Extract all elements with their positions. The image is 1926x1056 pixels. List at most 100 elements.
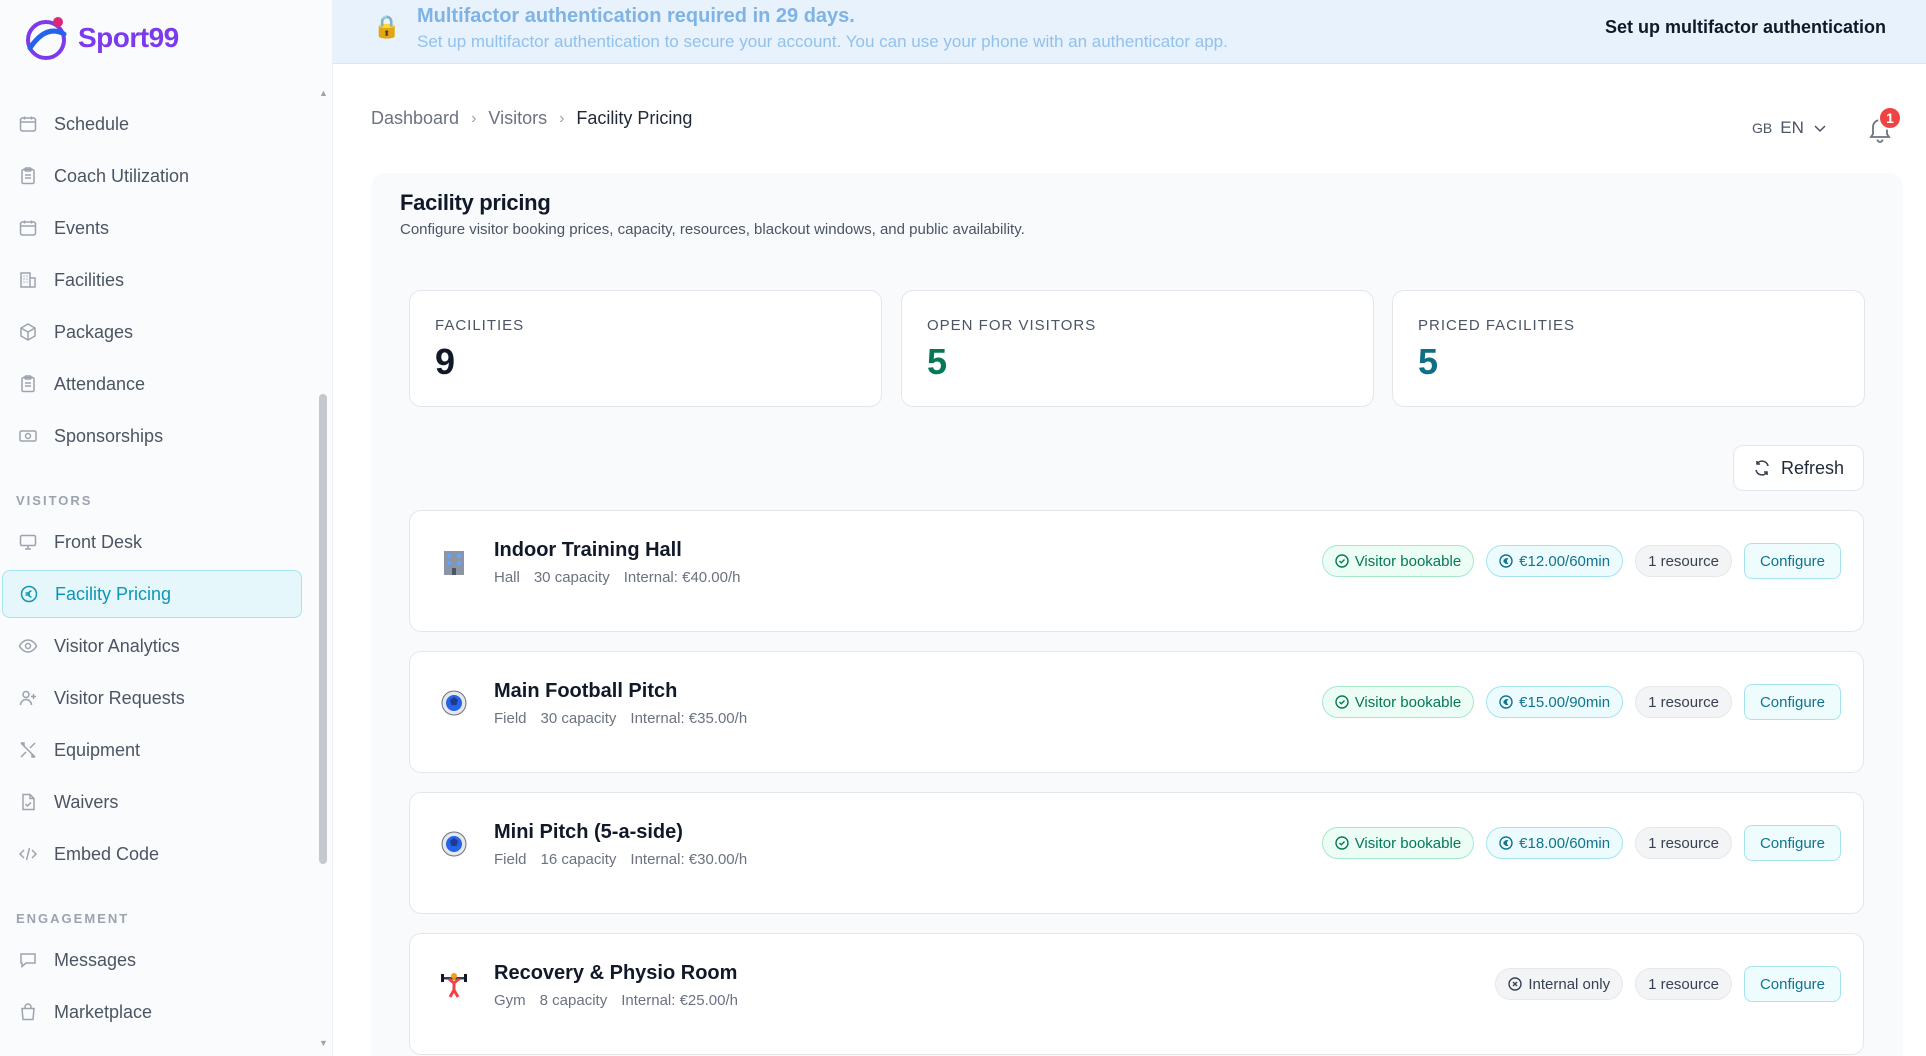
status-badge: Visitor bookable (1321, 686, 1475, 718)
file-check-icon (22, 793, 35, 811)
scrollbar-thumb[interactable] (319, 394, 327, 864)
facility-type: Hall (494, 569, 520, 586)
weightlifter-icon (441, 973, 467, 998)
sidebar-item-embed-code[interactable]: Embed Code (2, 830, 302, 878)
sidebar-item-packages[interactable]: Packages (2, 308, 302, 356)
sidebar-item-visitor-analytics[interactable]: Visitor Analytics (2, 622, 302, 670)
resource-badge: 1 resource (1635, 686, 1732, 718)
code-icon (18, 847, 38, 861)
sidebar-item-marketplace[interactable]: Marketplace (2, 988, 302, 1036)
building-icon (20, 272, 36, 288)
shopping-bag-icon (21, 1003, 35, 1021)
sidebar-item-label: Front Desk (54, 531, 143, 552)
sidebar-item-label: Waivers (54, 791, 119, 812)
sidebar-item-sponsorships[interactable]: Sponsorships (2, 412, 302, 460)
facility-meta: Gym 8 capacity Internal: €25.00/h (494, 992, 738, 1009)
sidebar-item-label: Visitor Analytics (54, 635, 180, 656)
stat-value: 9 (435, 341, 456, 382)
language-selector[interactable]: GB EN (1752, 118, 1828, 138)
soccer-ball-icon (441, 831, 467, 857)
facility-card: Recovery & Physio Room Gym 8 capacity In… (409, 933, 1864, 1055)
message-icon (20, 953, 36, 969)
status-badge: Visitor bookable (1321, 827, 1475, 859)
stat-value: 5 (1418, 341, 1439, 382)
status-label: Visitor bookable (1354, 834, 1462, 852)
refresh-icon (1755, 460, 1769, 476)
stat-label: FACILITIES (435, 317, 525, 334)
sidebar-item-schedule[interactable]: Schedule (2, 100, 302, 148)
check-circle-icon (1335, 554, 1349, 568)
sidebar-item-label: Attendance (54, 373, 146, 394)
clipboard-icon (21, 375, 35, 393)
scroll-down-arrow-icon[interactable]: ▼ (319, 1038, 328, 1048)
price-label: €18.00/60min (1519, 834, 1611, 852)
building-icon (444, 551, 464, 575)
sidebar-item-label: Facility Pricing (55, 583, 172, 604)
chevron-right-icon: › (471, 109, 477, 127)
language-code: EN (1780, 118, 1804, 137)
chevron-right-icon: › (559, 109, 565, 127)
sidebar-item-facility-pricing[interactable]: Facility Pricing (2, 570, 302, 618)
facility-meta: Field 30 capacity Internal: €35.00/h (494, 710, 747, 727)
clipboard-icon (21, 167, 35, 185)
section-engagement: ENGAGEMENT (16, 911, 130, 926)
banner-title: Multifactor authentication required in 2… (417, 5, 855, 27)
sidebar-scrollbar[interactable]: ▲ ▼ (318, 88, 328, 1048)
refresh-button[interactable]: Refresh (1733, 445, 1864, 491)
sidebar-item-equipment[interactable]: Equipment (2, 726, 302, 774)
facility-capacity: 30 capacity (540, 710, 617, 727)
price-badge: €12.00/60min (1486, 545, 1624, 577)
calendar-icon (19, 220, 37, 236)
configure-button[interactable]: Configure (1743, 825, 1841, 861)
price-badge: €15.00/90min (1486, 686, 1624, 718)
brand-logo[interactable]: Sport99 (20, 10, 179, 66)
refresh-label: Refresh (1780, 457, 1845, 478)
sidebar-item-waivers[interactable]: Waivers (2, 778, 302, 826)
facility-meta: Hall 30 capacity Internal: €40.00/h (494, 569, 741, 586)
tools-icon (20, 742, 36, 758)
sidebar-item-visitor-requests[interactable]: Visitor Requests (2, 674, 302, 722)
configure-button[interactable]: Configure (1743, 543, 1841, 579)
setup-mfa-button[interactable]: Set up multifactor authentication (1605, 17, 1886, 38)
breadcrumb-dashboard[interactable]: Dashboard (371, 108, 459, 129)
sidebar-item-label: Equipment (54, 739, 141, 760)
facility-internal-price: Internal: €35.00/h (630, 710, 748, 727)
breadcrumb-visitors[interactable]: Visitors (488, 108, 547, 129)
facility-actions: Visitor bookable €15.00/90min 1 resource… (1321, 684, 1841, 720)
sidebar-item-front-desk[interactable]: Front Desk (2, 518, 302, 566)
facility-capacity: 8 capacity (539, 992, 608, 1009)
sidebar-item-coach-utilization[interactable]: Coach Utilization (2, 152, 302, 200)
configure-button[interactable]: Configure (1743, 684, 1841, 720)
configure-button[interactable]: Configure (1743, 966, 1841, 1002)
monitor-icon (19, 534, 37, 550)
status-label: Visitor bookable (1354, 693, 1462, 711)
sidebar-item-label: Schedule (54, 113, 130, 134)
stat-facilities: FACILITIES 9 (409, 290, 882, 407)
stat-priced-facilities: PRICED FACILITIES 5 (1392, 290, 1865, 407)
stat-value: 5 (927, 341, 948, 382)
scroll-up-arrow-icon[interactable]: ▲ (319, 88, 328, 98)
facility-internal-price: Internal: €30.00/h (630, 851, 748, 868)
sidebar-item-label: Visitor Requests (54, 687, 185, 708)
facility-internal-price: Internal: €40.00/h (623, 569, 741, 586)
sport-logo-icon (26, 17, 67, 60)
facility-card: Main Football Pitch Field 30 capacity In… (409, 651, 1864, 773)
sidebar-item-label: Coach Utilization (54, 165, 190, 186)
sidebar-item-facilities[interactable]: Facilities (2, 256, 302, 304)
sidebar-item-events[interactable]: Events (2, 204, 302, 252)
page-subtitle: Configure visitor booking prices, capaci… (400, 221, 1025, 238)
page-title: Facility pricing (400, 190, 551, 215)
stat-open-for-visitors: OPEN FOR VISITORS 5 (901, 290, 1374, 407)
sidebar-item-messages[interactable]: Messages (2, 936, 302, 984)
x-circle-icon (1508, 977, 1523, 991)
euro-icon (1499, 836, 1513, 850)
section-visitors: VISITORS (16, 493, 93, 508)
facility-card: Mini Pitch (5-a-side) Field 16 capacity … (409, 792, 1864, 914)
facility-name: Recovery & Physio Room (494, 962, 738, 984)
facility-name: Mini Pitch (5-a-side) (494, 821, 683, 843)
chevron-down-icon (1814, 125, 1826, 133)
facility-capacity: 16 capacity (540, 851, 617, 868)
facility-internal-price: Internal: €25.00/h (621, 992, 738, 1009)
brand-name: Sport99 (78, 22, 179, 53)
sidebar-item-attendance[interactable]: Attendance (2, 360, 302, 408)
